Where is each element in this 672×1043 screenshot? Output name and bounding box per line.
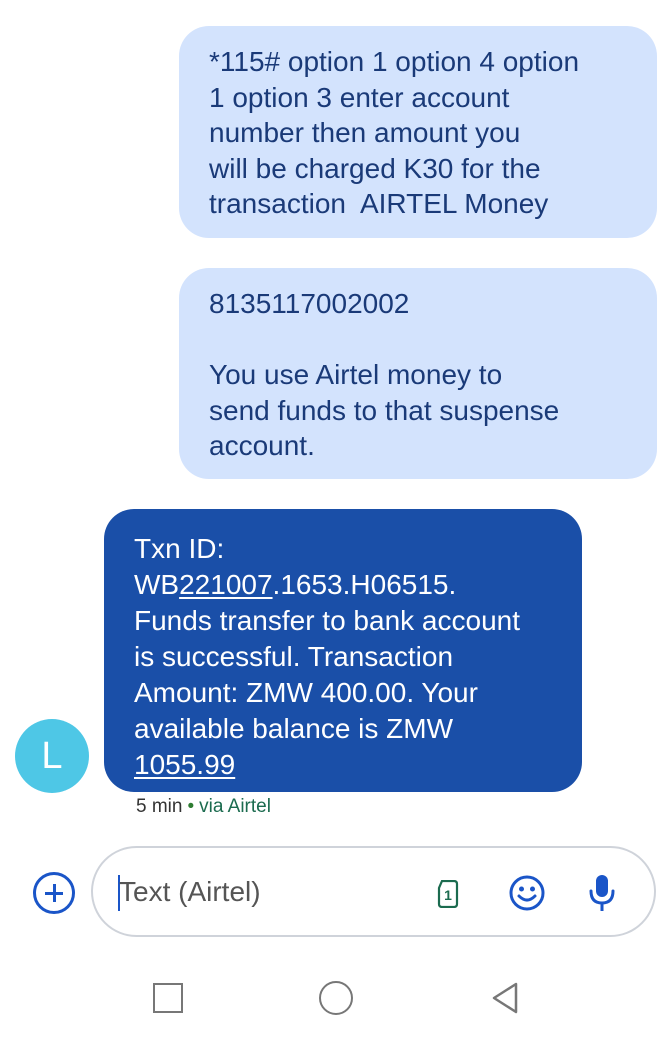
- message-line: transaction AIRTEL Money: [209, 188, 549, 219]
- balance-link[interactable]: 1055.99: [134, 749, 235, 780]
- sim-card-icon[interactable]: 1: [436, 880, 460, 908]
- message-line: Amount: ZMW 400.00. Your: [134, 677, 478, 708]
- message-line: account.: [209, 430, 315, 461]
- transaction-id-link[interactable]: 221007: [179, 569, 272, 600]
- message-via: via Airtel: [199, 796, 271, 817]
- emoji-icon[interactable]: [508, 874, 546, 912]
- microphone-icon[interactable]: [588, 873, 616, 913]
- message-line: Funds transfer to bank account: [134, 605, 520, 636]
- message-line: is successful. Transaction: [134, 641, 454, 672]
- message-line: number then amount you: [209, 117, 521, 148]
- sender-avatar[interactable]: L: [15, 719, 89, 793]
- message-line: You use Airtel money to: [209, 359, 503, 390]
- transaction-id: WB221007.1653.H06515.: [134, 569, 457, 600]
- account-number: 8135117002002: [209, 288, 410, 319]
- back-triangle-icon[interactable]: [489, 981, 521, 1015]
- message-input[interactable]: Text (Airtel): [119, 876, 261, 908]
- message-bubble-outgoing[interactable]: 8135117002002 You use Airtel money to se…: [179, 268, 657, 479]
- recents-square-icon[interactable]: [153, 983, 183, 1013]
- message-composer[interactable]: Text (Airtel) 1: [91, 846, 656, 937]
- message-line: *115# option 1 option 4 option: [209, 46, 580, 77]
- plus-circle-icon[interactable]: [33, 872, 75, 914]
- message-bubble-incoming[interactable]: Txn ID: WB221007.1653.H06515. Funds tran…: [104, 509, 582, 792]
- meta-separator: •: [187, 796, 195, 817]
- message-line: will be charged K30 for the: [209, 152, 541, 184]
- message-line: Txn ID:: [134, 533, 225, 564]
- home-circle-icon[interactable]: [319, 981, 353, 1015]
- message-line: available balance is ZMW: [134, 713, 454, 744]
- message-meta: 5 min • via Airtel: [136, 796, 271, 818]
- message-bubble-outgoing[interactable]: *115# option 1 option 4 option 1 option …: [179, 26, 657, 238]
- message-line: send funds to that suspense: [209, 394, 560, 426]
- message-line: 1 option 3 enter account: [209, 81, 510, 113]
- message-time: 5 min: [136, 796, 183, 817]
- sim-label: 1: [444, 887, 452, 903]
